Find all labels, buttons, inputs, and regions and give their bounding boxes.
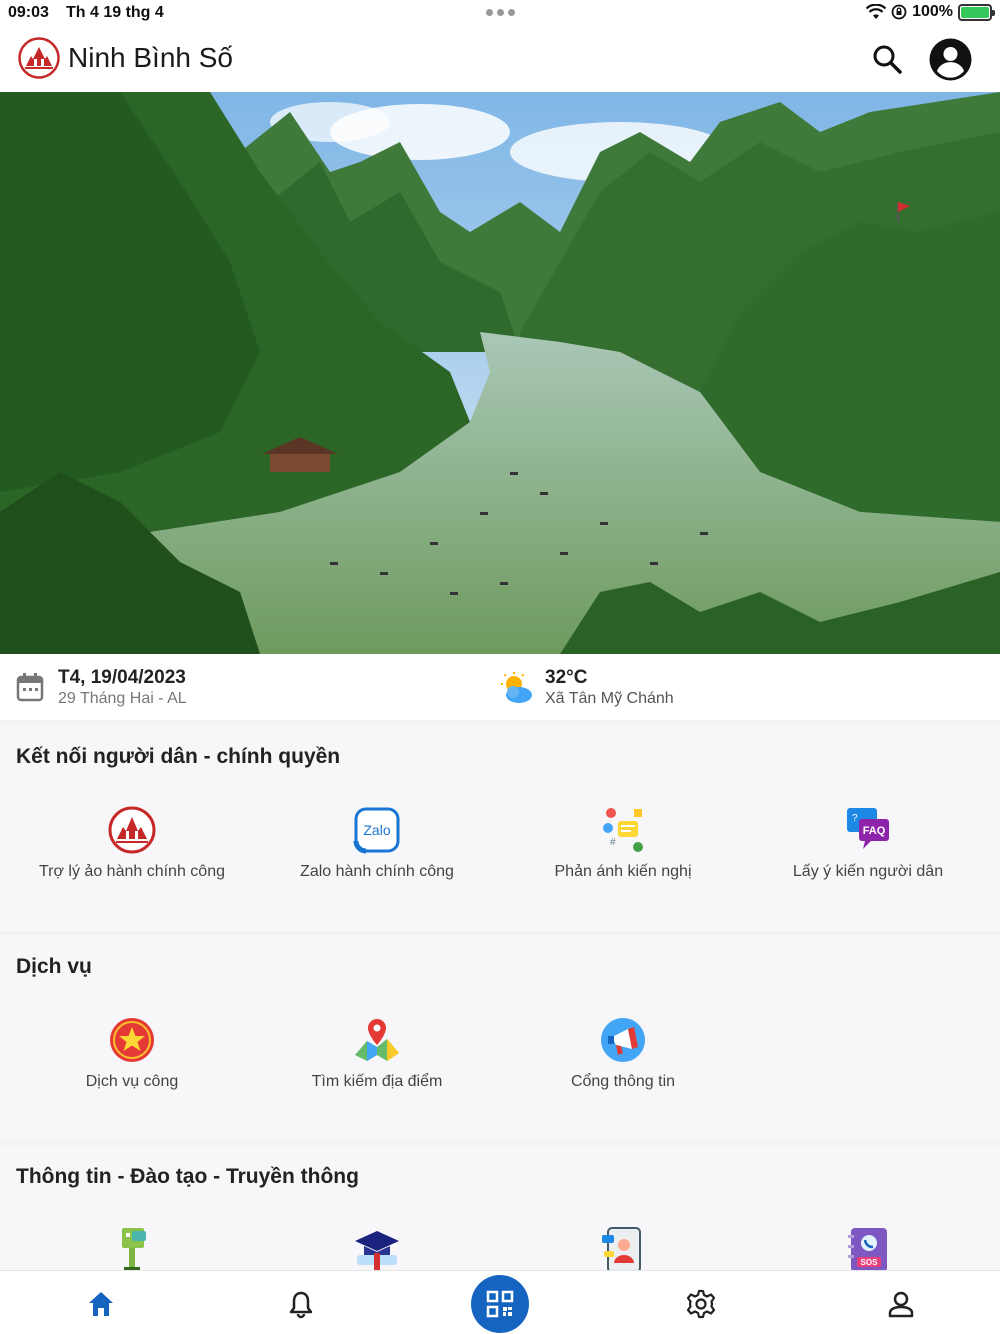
bottom-navigation [0, 1270, 1000, 1334]
sos-book-icon: SOS [848, 1228, 887, 1272]
tablet-user-icon [602, 1227, 641, 1273]
item-label: Cổng thông tin [570, 1073, 676, 1090]
app-header: Ninh Bình Số [0, 26, 1000, 92]
temperature: 32°C [545, 667, 588, 688]
info-kiosk-button[interactable] [12, 1225, 252, 1275]
search-icon[interactable] [870, 42, 904, 76]
item-label: Zalo hành chính công [300, 863, 454, 880]
item-label: Phản ánh kiến nghị [554, 863, 692, 880]
item-label: Tìm kiếm địa điểm [311, 1073, 443, 1090]
battery-icon [958, 3, 995, 21]
status-time: 09:03 [8, 4, 49, 21]
app-title: Ninh Bình Số [68, 42, 233, 73]
status-bar: 09:03 Th 4 19 thg 4 100% [0, 0, 1000, 26]
battery-percent: 100% [912, 3, 953, 20]
item-label: Lấy ý kiến người dân [792, 863, 944, 880]
svg-text:Zalo: Zalo [363, 822, 390, 838]
svg-text:#: # [610, 837, 616, 848]
section-services: Dịch vụ Dịch vụ công Tìm kiếm địa điểm C… [0, 935, 1000, 1141]
virtual-assistant-icon [108, 806, 156, 854]
svg-text:SOS: SOS [861, 1258, 879, 1267]
status-date: Th 4 19 thg 4 [66, 4, 164, 21]
home-icon[interactable] [86, 1289, 116, 1319]
lunar-date: 29 Tháng Hai - AL [58, 690, 187, 707]
orientation-lock-icon [891, 4, 907, 20]
place-search-button[interactable]: Tìm kiếm địa điểm [257, 1015, 497, 1091]
feedback-icon: # [603, 808, 643, 852]
item-label: Dịch vụ công [85, 1073, 179, 1090]
bell-icon[interactable] [286, 1289, 316, 1319]
section-info-training-media: Thông tin - Đào tạo - Truyền thông SOS [0, 1145, 1000, 1275]
map-search-icon [355, 1019, 399, 1061]
section-title: Dịch vụ [16, 955, 92, 978]
multitask-dots-icon[interactable] [486, 9, 515, 16]
zalo-button[interactable]: Zalo Zalo hành chính công [257, 805, 497, 881]
svg-text:FAQ: FAQ [863, 825, 886, 837]
kiosk-icon [122, 1228, 146, 1272]
calendar-icon [16, 673, 44, 702]
feedback-button[interactable]: # Phản ánh kiến nghị [503, 805, 743, 881]
zalo-icon: Zalo [353, 807, 400, 854]
info-portal-button[interactable]: Cổng thông tin [503, 1015, 743, 1091]
user-icon[interactable] [886, 1289, 916, 1319]
portal-icon [601, 1018, 645, 1062]
virtual-assistant-button[interactable]: Trợ lý ảo hành chính công [12, 805, 252, 881]
svg-text:?: ? [852, 813, 858, 824]
qr-scan-button[interactable] [471, 1275, 529, 1333]
public-service-button[interactable]: Dịch vụ công [12, 1015, 252, 1091]
public-service-icon [110, 1018, 154, 1062]
account-circle-icon[interactable] [929, 38, 972, 81]
faq-icon: FAQ ? [847, 808, 889, 849]
date-weather-row: T4, 19/04/2023 29 Tháng Hai - AL 32°C Xã… [0, 654, 1000, 720]
graduation-cap-icon [355, 1231, 399, 1273]
item-label: Trợ lý ảo hành chính công [38, 863, 225, 880]
opinion-survey-button[interactable]: FAQ ? Lấy ý kiến người dân [748, 805, 988, 881]
section-title: Thông tin - Đào tạo - Truyền thông [16, 1165, 359, 1188]
partly-sunny-icon [501, 672, 532, 703]
sos-contacts-button[interactable]: SOS [748, 1225, 988, 1275]
ninh-binh-logo-icon [18, 37, 60, 79]
wifi-icon [866, 4, 887, 19]
weather-location: Xã Tân Mỹ Chánh [545, 690, 674, 707]
section-title: Kết nối người dân - chính quyền [16, 745, 341, 768]
qr-code-icon [486, 1290, 514, 1318]
section-citizen-government: Kết nối người dân - chính quyền Trợ lý ả… [0, 725, 1000, 931]
current-date: T4, 19/04/2023 [58, 667, 186, 688]
media-button[interactable] [503, 1225, 743, 1275]
training-button[interactable] [257, 1225, 497, 1275]
hero-landscape-image [0, 92, 1000, 654]
settings-icon[interactable] [686, 1289, 716, 1319]
